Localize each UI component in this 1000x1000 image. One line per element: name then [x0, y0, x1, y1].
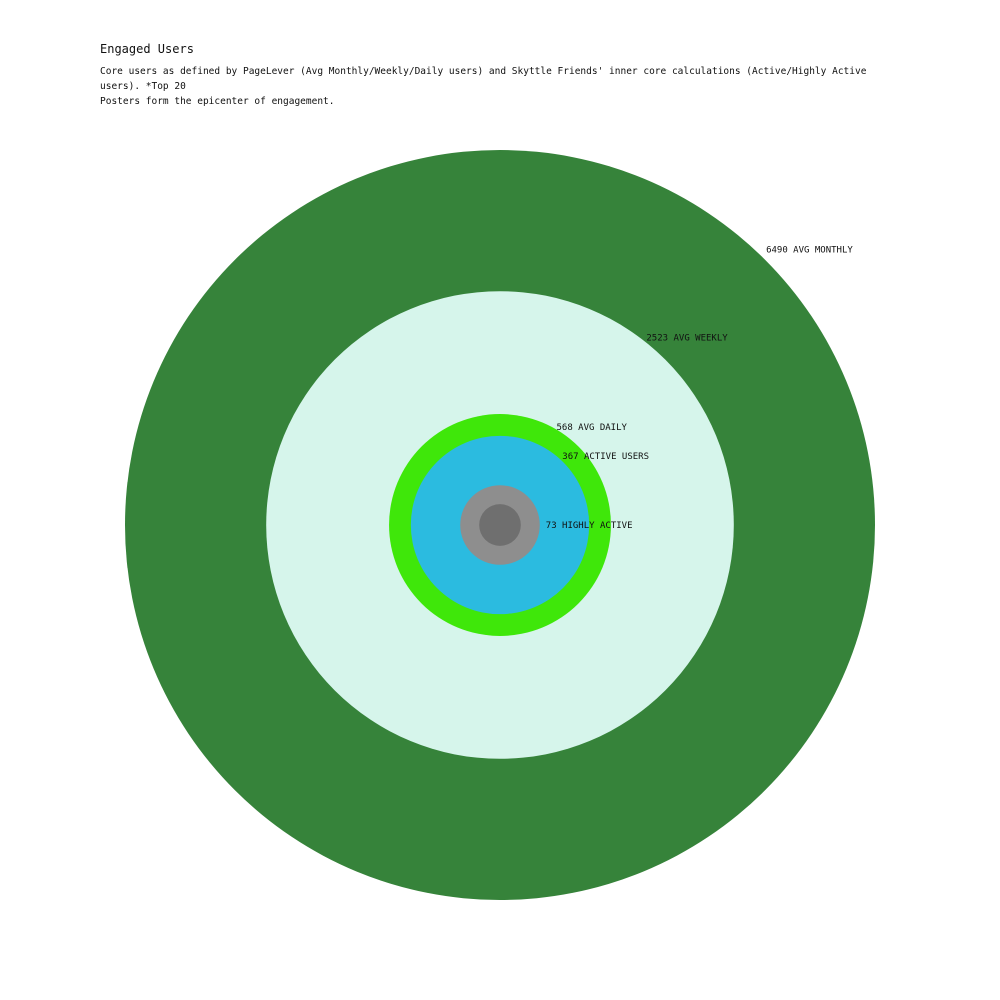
label-active-users: 367 ACTIVE USERS: [562, 452, 649, 462]
label-avg-daily: 568 AVG DAILY: [557, 423, 628, 433]
engagement-circle-chart: 6490 AVG MONTHLY 2523 AVG WEEKLY 568 AVG D…: [125, 150, 875, 900]
circle-top-20: [479, 504, 521, 546]
label-highly-active: 73 HIGHLY ACTIVE: [546, 521, 633, 531]
label-avg-monthly: 6490 AVG MONTHLY: [766, 246, 853, 256]
label-avg-weekly: 2523 AVG WEEKLY: [646, 334, 728, 344]
